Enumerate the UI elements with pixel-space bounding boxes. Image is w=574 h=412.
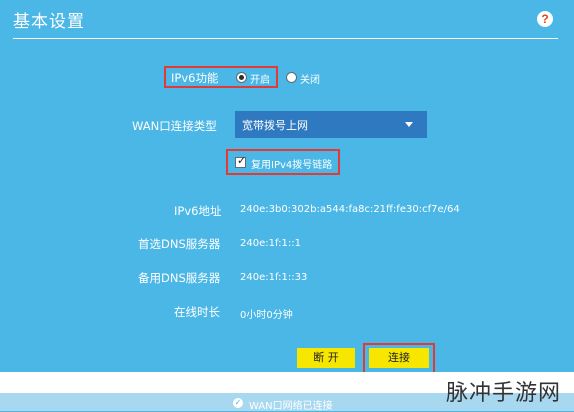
- disconnect-button[interactable]: 断 开: [297, 348, 355, 368]
- ipv6-label: IPv6功能: [171, 71, 219, 85]
- page-title: 基本设置: [13, 12, 85, 32]
- ipv6-off-label[interactable]: 关闭: [300, 71, 320, 86]
- ipv6-off-radio[interactable]: [286, 72, 297, 83]
- primary-dns-label: 首选DNS服务器: [138, 237, 221, 251]
- reuse-ipv4-checkbox[interactable]: ✓: [235, 154, 247, 168]
- watermark: 脉冲手游网: [446, 381, 562, 406]
- check-icon: ✓: [237, 154, 247, 167]
- connect-button[interactable]: 连接: [369, 348, 429, 368]
- wan-type-select[interactable]: 宽带拨号上网: [235, 111, 427, 138]
- wan-type-label: WAN口连接类型: [132, 119, 217, 133]
- secondary-dns-value: 240e:1f:1::33: [240, 272, 308, 283]
- help-icon[interactable]: ?: [537, 11, 553, 27]
- chevron-down-icon: [405, 122, 413, 127]
- wan-type-selected: 宽带拨号上网: [242, 119, 308, 132]
- primary-dns-value: 240e:1f:1::1: [240, 238, 301, 249]
- online-time-value: 0小时0分钟: [240, 310, 293, 321]
- reuse-ipv4-label[interactable]: 复用IPv4拨号链路: [251, 156, 332, 171]
- secondary-dns-label: 备用DNS服务器: [138, 271, 221, 285]
- ipv6-address-label: IPv6地址: [174, 204, 222, 218]
- online-time-label: 在线时长: [174, 305, 220, 319]
- ipv6-address-value: 240e:3b0:302b:a544:fa8c:21ff:fe30:cf7e/6…: [240, 204, 460, 215]
- status-text: WAN口网络已连接: [249, 401, 333, 412]
- header-divider: [13, 38, 558, 39]
- ipv6-on-label[interactable]: 开启: [250, 71, 270, 86]
- check-circle-icon: ✓: [233, 398, 243, 408]
- ipv6-on-radio[interactable]: [236, 72, 247, 83]
